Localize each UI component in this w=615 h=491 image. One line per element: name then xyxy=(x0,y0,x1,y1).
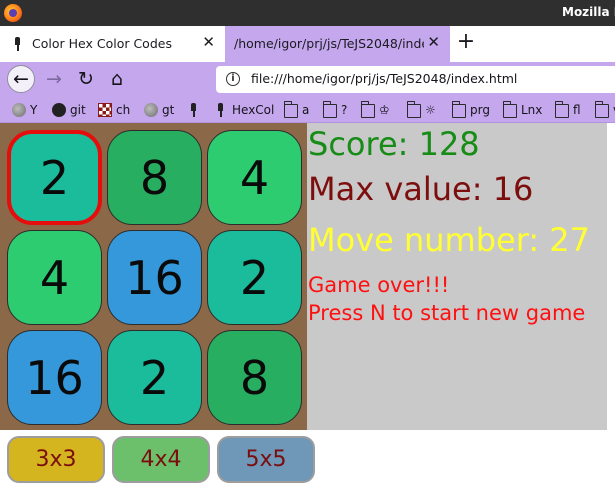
tile: 8 xyxy=(107,130,202,225)
window-title: Mozilla F xyxy=(562,5,615,19)
bookmark-label: Y xyxy=(30,102,38,117)
bookmark-pin[interactable] xyxy=(187,101,205,118)
size-3x3-button[interactable]: 3x3 xyxy=(7,436,105,483)
bookmark-label: fl xyxy=(573,102,581,117)
bookmark-label: prg xyxy=(470,102,490,117)
bookmark-label: ch xyxy=(116,102,131,117)
tile: 2 xyxy=(107,330,202,425)
tile: 2 xyxy=(7,130,102,225)
bookmark-folder-fl[interactable]: fl xyxy=(554,100,581,118)
bookmark-label: ? xyxy=(341,102,348,117)
tab-tejs2048[interactable]: /home/igor/prj/js/TeJS2048/index ✕ xyxy=(225,26,450,62)
tile: 16 xyxy=(7,330,102,425)
url-text[interactable]: file:///home/igor/prj/js/TeJS2048/index.… xyxy=(251,71,517,86)
tab-strip: Color Hex Color Codes ✕ /home/igor/prj/j… xyxy=(0,26,615,62)
chess-icon xyxy=(98,102,112,117)
pin-icon xyxy=(214,102,228,117)
bookmark-git[interactable]: git xyxy=(52,101,86,118)
game-over-line: Game over!!! xyxy=(308,273,450,297)
bookmark-folder-v[interactable]: v xyxy=(594,100,615,118)
home-icon[interactable]: ⌂ xyxy=(103,65,131,93)
folder-icon xyxy=(283,100,298,118)
tab-color-hex[interactable]: Color Hex Color Codes ✕ xyxy=(0,26,225,62)
firefox-logo-icon xyxy=(4,4,22,22)
info-panel: Score: 128 Max value: 16 Move number: 27… xyxy=(307,123,607,430)
close-tab-icon[interactable]: ✕ xyxy=(202,35,215,50)
url-bar[interactable]: i file:///home/igor/prj/js/TeJS2048/inde… xyxy=(216,66,615,93)
new-game-hint: Press N to start new game xyxy=(308,301,586,325)
bookmark-label: HexCol xyxy=(232,102,275,117)
pin-icon xyxy=(187,102,201,117)
size-4x4-button[interactable]: 4x4 xyxy=(112,436,210,483)
bookmarks-toolbar: Y git ch gt HexCol a ? ♔ ☼ prg Lnx fl v xyxy=(0,96,615,123)
window-titlebar: Mozilla F xyxy=(0,0,615,26)
folder-icon xyxy=(554,100,569,118)
back-arrow-icon[interactable]: ← xyxy=(7,65,35,93)
max-value-text: Max value: 16 xyxy=(308,170,534,208)
tab-label: Color Hex Color Codes xyxy=(32,36,172,51)
tile: 4 xyxy=(207,130,302,225)
tile: 8 xyxy=(207,330,302,425)
game-over-message: Game over!!! Press N to start new game xyxy=(308,271,585,327)
forward-arrow-icon[interactable]: → xyxy=(40,65,68,93)
new-tab-plus-icon[interactable]: + xyxy=(455,29,477,57)
close-tab-icon[interactable]: ✕ xyxy=(427,35,440,50)
bookmark-folder-lnx[interactable]: Lnx xyxy=(502,100,543,118)
size-5x5-button[interactable]: 5x5 xyxy=(217,436,315,483)
folder-icon xyxy=(502,100,517,118)
bookmark-label: Lnx xyxy=(521,102,543,117)
bookmark-gt[interactable]: gt xyxy=(144,101,174,118)
bookmark-label: ☼ xyxy=(425,102,436,117)
bookmark-folder-chess[interactable]: ♔ xyxy=(360,100,390,118)
bookmark-folder-a[interactable]: a xyxy=(283,100,310,118)
tile: 2 xyxy=(207,230,302,325)
folder-icon xyxy=(406,100,421,118)
bookmark-y[interactable]: Y xyxy=(12,101,37,118)
bookmark-label: git xyxy=(70,102,86,117)
tile: 16 xyxy=(107,230,202,325)
folder-icon xyxy=(360,100,375,118)
github-icon xyxy=(52,102,66,117)
folder-icon xyxy=(322,100,337,118)
bookmark-hexcol[interactable]: HexCol xyxy=(214,101,274,118)
tab-label: /home/igor/prj/js/TeJS2048/index xyxy=(234,36,424,51)
navigation-bar: ← → ↻ ⌂ i file:///home/igor/prj/js/TeJS2… xyxy=(0,62,615,96)
tile: 4 xyxy=(7,230,102,325)
globe-icon xyxy=(144,102,158,117)
bookmark-folder-sun[interactable]: ☼ xyxy=(406,100,436,118)
globe-icon xyxy=(12,102,26,117)
pin-icon xyxy=(12,37,24,51)
move-number-text: Move number: 27 xyxy=(308,221,590,259)
info-icon[interactable]: i xyxy=(226,72,240,86)
bookmark-label: a xyxy=(302,102,310,117)
score-text: Score: 128 xyxy=(308,125,480,163)
bookmark-label: gt xyxy=(162,102,175,117)
game-board: 2 8 4 4 16 2 16 2 8 xyxy=(0,123,307,430)
reload-icon[interactable]: ↻ xyxy=(72,65,100,93)
folder-icon xyxy=(451,100,466,118)
bookmark-folder-prg[interactable]: prg xyxy=(451,100,490,118)
bookmark-ch[interactable]: ch xyxy=(98,101,130,118)
bookmark-label: ♔ xyxy=(379,102,390,117)
folder-icon xyxy=(594,100,609,118)
bookmark-folder-question[interactable]: ? xyxy=(322,100,348,118)
